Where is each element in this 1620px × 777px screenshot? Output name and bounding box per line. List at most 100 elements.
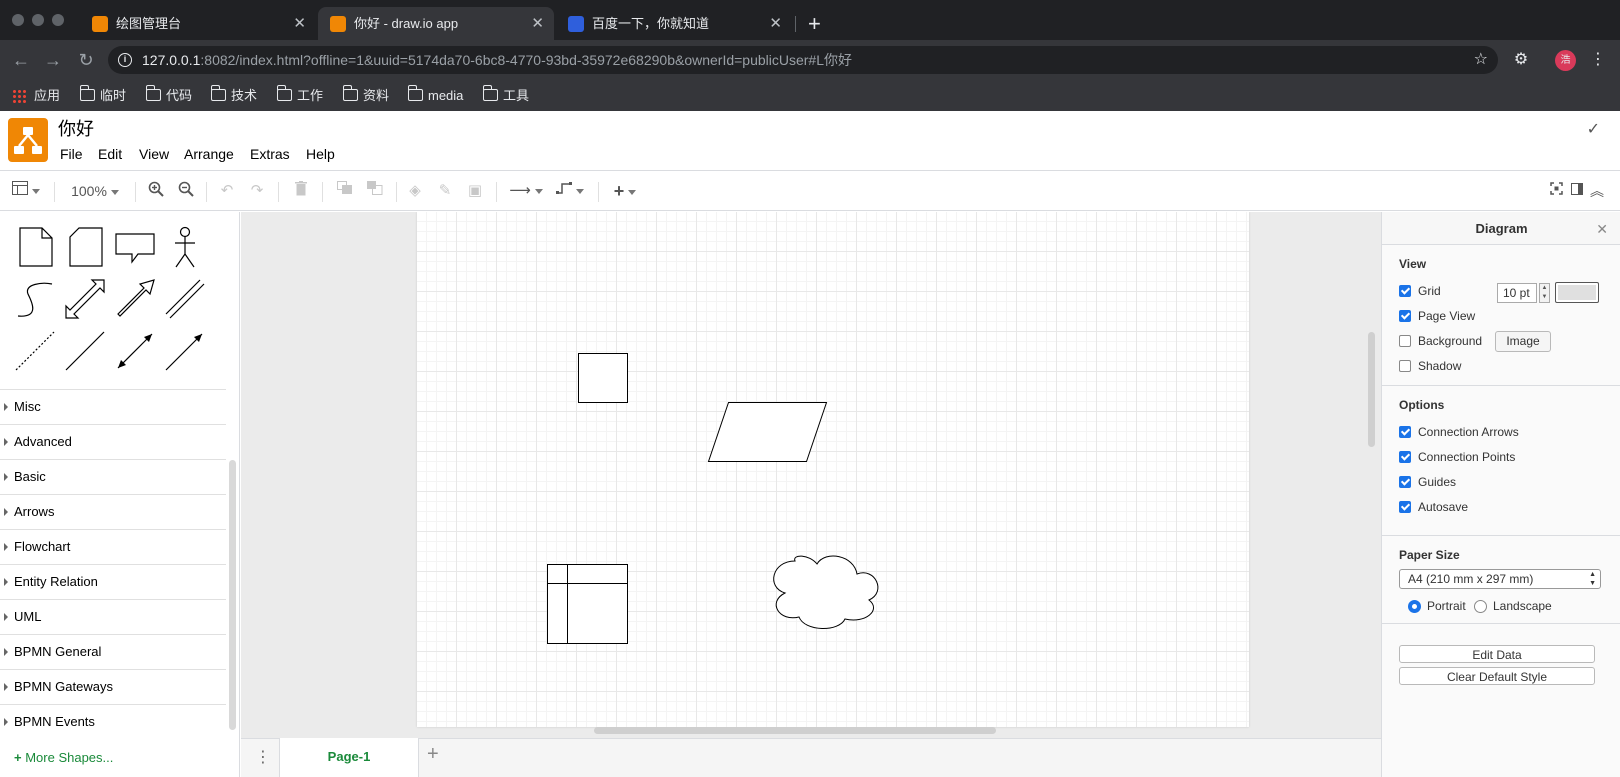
browser-menu-icon[interactable]: ⋮ <box>1590 49 1606 71</box>
browser-tab-2[interactable]: 你好 - draw.io app ✕ <box>318 7 554 40</box>
clear-default-style-button[interactable]: Clear Default Style <box>1399 667 1595 685</box>
cloud-shape[interactable] <box>773 555 879 629</box>
redo-icon[interactable]: ↷ <box>246 181 268 201</box>
guides-checkbox[interactable]: Guides <box>1399 473 1456 491</box>
menu-help[interactable]: Help <box>306 146 335 162</box>
extension-icon[interactable]: ⚙ <box>1510 49 1532 71</box>
menu-view[interactable]: View <box>139 146 169 162</box>
close-icon[interactable]: ✕ <box>1596 221 1608 238</box>
to-front-icon[interactable] <box>334 181 356 201</box>
profile-avatar[interactable]: 浩 <box>1555 50 1576 71</box>
tab-close-icon[interactable]: ✕ <box>293 7 306 40</box>
library-section[interactable]: Flowchart <box>0 529 226 564</box>
diagram-page[interactable] <box>417 212 1249 727</box>
menu-file[interactable]: File <box>60 146 83 162</box>
bookmark-folder[interactable]: 资料 <box>341 80 389 111</box>
background-checkbox[interactable]: Background <box>1399 332 1482 350</box>
grid-size-stepper[interactable]: ▲ ▼ <box>1539 283 1550 303</box>
directional-line-shape-icon[interactable] <box>160 326 210 376</box>
zoom-out-button[interactable] <box>176 181 196 201</box>
shadow-checkbox[interactable]: Shadow <box>1399 357 1461 375</box>
fullscreen-icon[interactable] <box>1547 181 1565 201</box>
forward-arrow-icon[interactable]: → <box>40 47 66 73</box>
curve-shape-icon[interactable] <box>10 274 60 324</box>
autosave-checkbox[interactable]: Autosave <box>1399 498 1468 516</box>
line-color-icon[interactable]: ✎ <box>434 181 456 201</box>
library-section[interactable]: UML <box>0 599 226 634</box>
grid-size-input[interactable]: 10 pt <box>1497 283 1537 303</box>
bookmark-folder[interactable]: 代码 <box>144 80 192 111</box>
zoom-in-button[interactable] <box>146 181 166 201</box>
double-arrow-line-shape-icon[interactable] <box>110 326 160 376</box>
shadow-icon[interactable]: ▣ <box>464 181 486 201</box>
library-section[interactable]: Misc <box>0 389 226 424</box>
library-section[interactable]: Advanced <box>0 424 226 459</box>
collapse-icon[interactable]: ︽ <box>1588 181 1606 201</box>
library-section[interactable]: BPMN Events <box>0 704 226 739</box>
tab-close-icon[interactable]: ✕ <box>531 7 544 40</box>
link-shape-icon[interactable] <box>160 274 210 324</box>
view-panels-button[interactable] <box>9 181 43 201</box>
format-panel-toggle-icon[interactable] <box>1568 181 1586 201</box>
arrow-shape-icon[interactable] <box>110 274 160 324</box>
bidirectional-arrow-shape-icon[interactable] <box>60 274 110 324</box>
library-section[interactable]: BPMN Gateways <box>0 669 226 704</box>
more-shapes-link[interactable]: + More Shapes... <box>14 750 113 765</box>
close-window-dot[interactable] <box>12 14 24 26</box>
format-panel-title[interactable]: Diagram <box>1382 212 1620 245</box>
fill-color-icon[interactable]: ◈ <box>404 181 426 201</box>
zoom-window-dot[interactable] <box>52 14 64 26</box>
connection-style-dropdown[interactable]: ⟶ <box>508 181 544 201</box>
page-view-checkbox[interactable]: Page View <box>1399 307 1475 325</box>
add-page-icon[interactable]: + <box>427 743 439 766</box>
canvas-vertical-scrollbar[interactable] <box>1368 332 1375 447</box>
bookmark-folder[interactable]: 工具 <box>481 80 529 111</box>
edit-data-button[interactable]: Edit Data <box>1399 645 1595 663</box>
bookmark-apps[interactable]: 应用 <box>12 80 60 111</box>
card-shape-icon[interactable] <box>60 222 110 272</box>
diagram-canvas[interactable] <box>241 212 1381 738</box>
library-section[interactable]: BPMN General <box>0 634 226 669</box>
note-shape-icon[interactable] <box>10 222 60 272</box>
waypoints-dropdown[interactable] <box>552 181 588 201</box>
image-button[interactable]: Image <box>1495 331 1551 352</box>
portrait-radio[interactable]: Portrait <box>1408 597 1466 615</box>
url-bar[interactable]: i 127.0.0.1:8082/index.html?offline=1&uu… <box>108 46 1498 74</box>
browser-tab-1[interactable]: 绘图管理台 ✕ <box>80 7 316 40</box>
undo-icon[interactable]: ↶ <box>216 181 238 201</box>
sidebar-scrollbar[interactable] <box>229 460 236 730</box>
reload-icon[interactable]: ↻ <box>73 47 99 73</box>
bookmark-folder[interactable]: 技术 <box>209 80 257 111</box>
dashed-line-shape-icon[interactable] <box>10 326 60 376</box>
bookmark-folder[interactable]: 临时 <box>78 80 126 111</box>
connection-arrows-checkbox[interactable]: Connection Arrows <box>1399 423 1519 441</box>
bookmark-folder[interactable]: media <box>406 80 463 111</box>
menu-arrange[interactable]: Arrange <box>184 146 234 162</box>
library-section[interactable]: Entity Relation <box>0 564 226 599</box>
new-tab-button[interactable]: + <box>808 8 821 40</box>
callout-shape-icon[interactable] <box>110 222 160 272</box>
delete-trash-icon[interactable] <box>290 181 312 201</box>
document-title[interactable]: 你好 <box>58 115 94 141</box>
menu-extras[interactable]: Extras <box>250 146 290 162</box>
line-shape-icon[interactable] <box>60 326 110 376</box>
bookmark-star-icon[interactable]: ☆ <box>1474 46 1488 74</box>
library-section[interactable]: Arrows <box>0 494 226 529</box>
square-shape[interactable] <box>578 353 628 403</box>
menu-edit[interactable]: Edit <box>98 146 122 162</box>
insert-dropdown[interactable]: + <box>608 181 642 201</box>
library-section[interactable]: Basic <box>0 459 226 494</box>
minimize-window-dot[interactable] <box>32 14 44 26</box>
canvas-horizontal-scrollbar[interactable] <box>594 727 996 734</box>
tab-page-1[interactable]: Page-1 <box>279 738 419 777</box>
to-back-icon[interactable] <box>364 181 386 201</box>
parallelogram-shape[interactable] <box>707 402 828 462</box>
back-arrow-icon[interactable]: ← <box>8 47 34 73</box>
actor-shape-icon[interactable] <box>160 222 210 272</box>
landscape-radio[interactable]: Landscape <box>1474 597 1552 615</box>
tab-close-icon[interactable]: ✕ <box>769 7 782 40</box>
internal-storage-shape[interactable] <box>547 564 628 644</box>
connection-points-checkbox[interactable]: Connection Points <box>1399 448 1515 466</box>
pages-menu-icon[interactable]: ⋮ <box>255 747 271 767</box>
bookmark-folder[interactable]: 工作 <box>275 80 323 111</box>
